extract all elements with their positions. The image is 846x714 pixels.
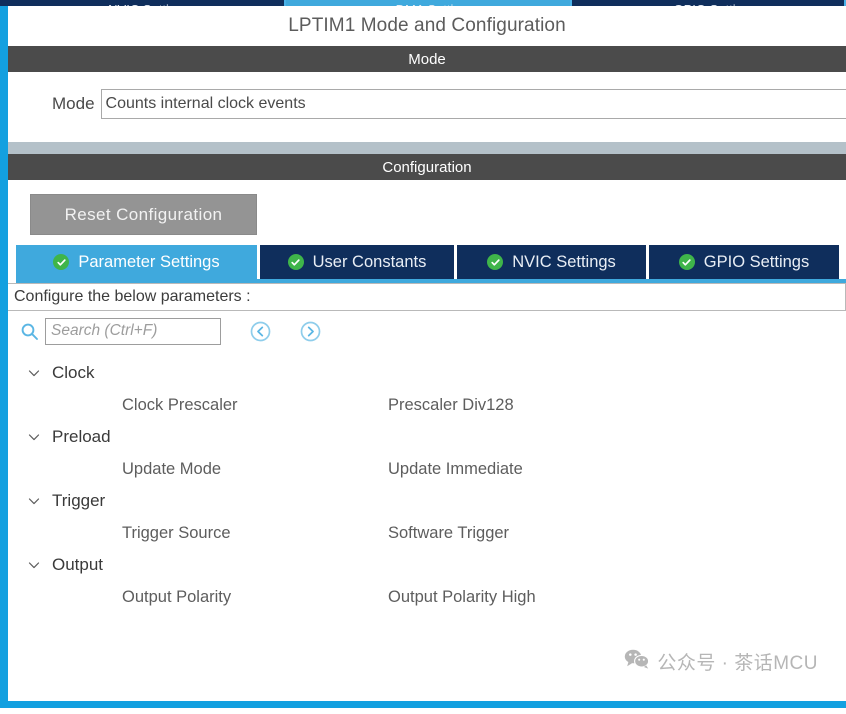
spacer [8,122,846,142]
spacer [8,72,846,86]
parameter-value: Prescaler Div128 [388,395,514,414]
panel-inner: LPTIM1 Mode and Configuration Mode Mode … [8,6,846,701]
search-icon [20,322,39,341]
parameter-tree: Clock Clock Prescaler Prescaler Div128 P… [8,351,846,613]
configure-hint-text: Configure the below parameters : [14,288,251,305]
tab-label: User Constants [312,252,427,271]
tab-gpio-settings[interactable]: GPIO Settings [649,245,839,279]
tree-group-label: Output [52,555,104,574]
tree-group-clock[interactable]: Clock [8,357,846,389]
watermark: 公众号 · 茶话MCU [624,648,818,675]
tab-label: NVIC Settings [512,252,616,271]
lptim1-config-panel: LPTIM1 Mode and Configuration Mode Mode … [0,6,846,708]
watermark-text: 公众号 · 茶话MCU [657,653,818,674]
green-check-icon [287,254,304,270]
mode-select-input[interactable] [100,89,846,119]
chevron-down-icon [26,365,42,381]
green-check-icon [678,254,695,270]
tree-group-label: Clock [52,363,95,382]
chevron-down-icon [26,557,42,573]
chevron-right-circle-icon[interactable] [299,320,321,342]
tab-label: GPIO Settings [703,252,810,271]
tab-user-constants[interactable]: User Constants [260,245,457,279]
tab-parameter-settings[interactable]: Parameter Settings [16,245,260,279]
tree-group-output[interactable]: Output [8,549,846,581]
tree-group-label: Preload [52,427,111,446]
mode-section-header: Mode [8,46,846,72]
parameter-name: Update Mode [122,459,222,478]
section-divider [8,142,846,154]
page-title-text: LPTIM1 Mode and Configuration [288,15,566,36]
tree-item-update-mode[interactable]: Update Mode Update Immediate [8,453,846,485]
tree-group-label: Trigger [52,491,106,510]
parameter-name: Trigger Source [122,523,231,542]
configuration-section-header-label: Configuration [382,158,472,176]
wechat-icon [624,648,650,675]
chevron-down-icon [26,429,42,445]
tree-item-clock-prescaler[interactable]: Clock Prescaler Prescaler Div128 [8,389,846,421]
page-title: LPTIM1 Mode and Configuration [8,6,846,46]
parameter-value: Update Immediate [388,459,523,478]
chevron-left-circle-icon[interactable] [249,320,271,342]
green-check-icon [53,254,70,270]
mode-section-header-label: Mode [408,50,446,68]
tree-item-output-polarity[interactable]: Output Polarity Output Polarity High [8,581,846,613]
parameter-name: Output Polarity [122,587,232,606]
search-input[interactable] [45,317,221,345]
mode-row: Mode [8,86,846,122]
reset-configuration-button[interactable]: Reset Configuration [30,194,257,235]
green-check-icon [487,254,504,270]
parameter-value: Software Trigger [388,523,510,542]
tree-group-preload[interactable]: Preload [8,421,846,453]
reset-button-area: Reset Configuration [8,180,846,245]
mode-field-label: Mode [52,94,95,113]
tab-label: Parameter Settings [78,252,220,271]
parameter-name: Clock Prescaler [122,395,238,414]
chevron-down-icon [26,493,42,509]
search-row [8,311,846,351]
configure-hint-bar: Configure the below parameters : [8,283,846,311]
tree-group-trigger[interactable]: Trigger [8,485,846,517]
tree-item-trigger-source[interactable]: Trigger Source Software Trigger [8,517,846,549]
tab-nvic-settings[interactable]: NVIC Settings [457,245,649,279]
settings-tab-bar: Parameter Settings User Constants NVIC S… [8,245,846,279]
parameter-value: Output Polarity High [388,587,536,606]
configuration-section-header: Configuration [8,154,846,180]
